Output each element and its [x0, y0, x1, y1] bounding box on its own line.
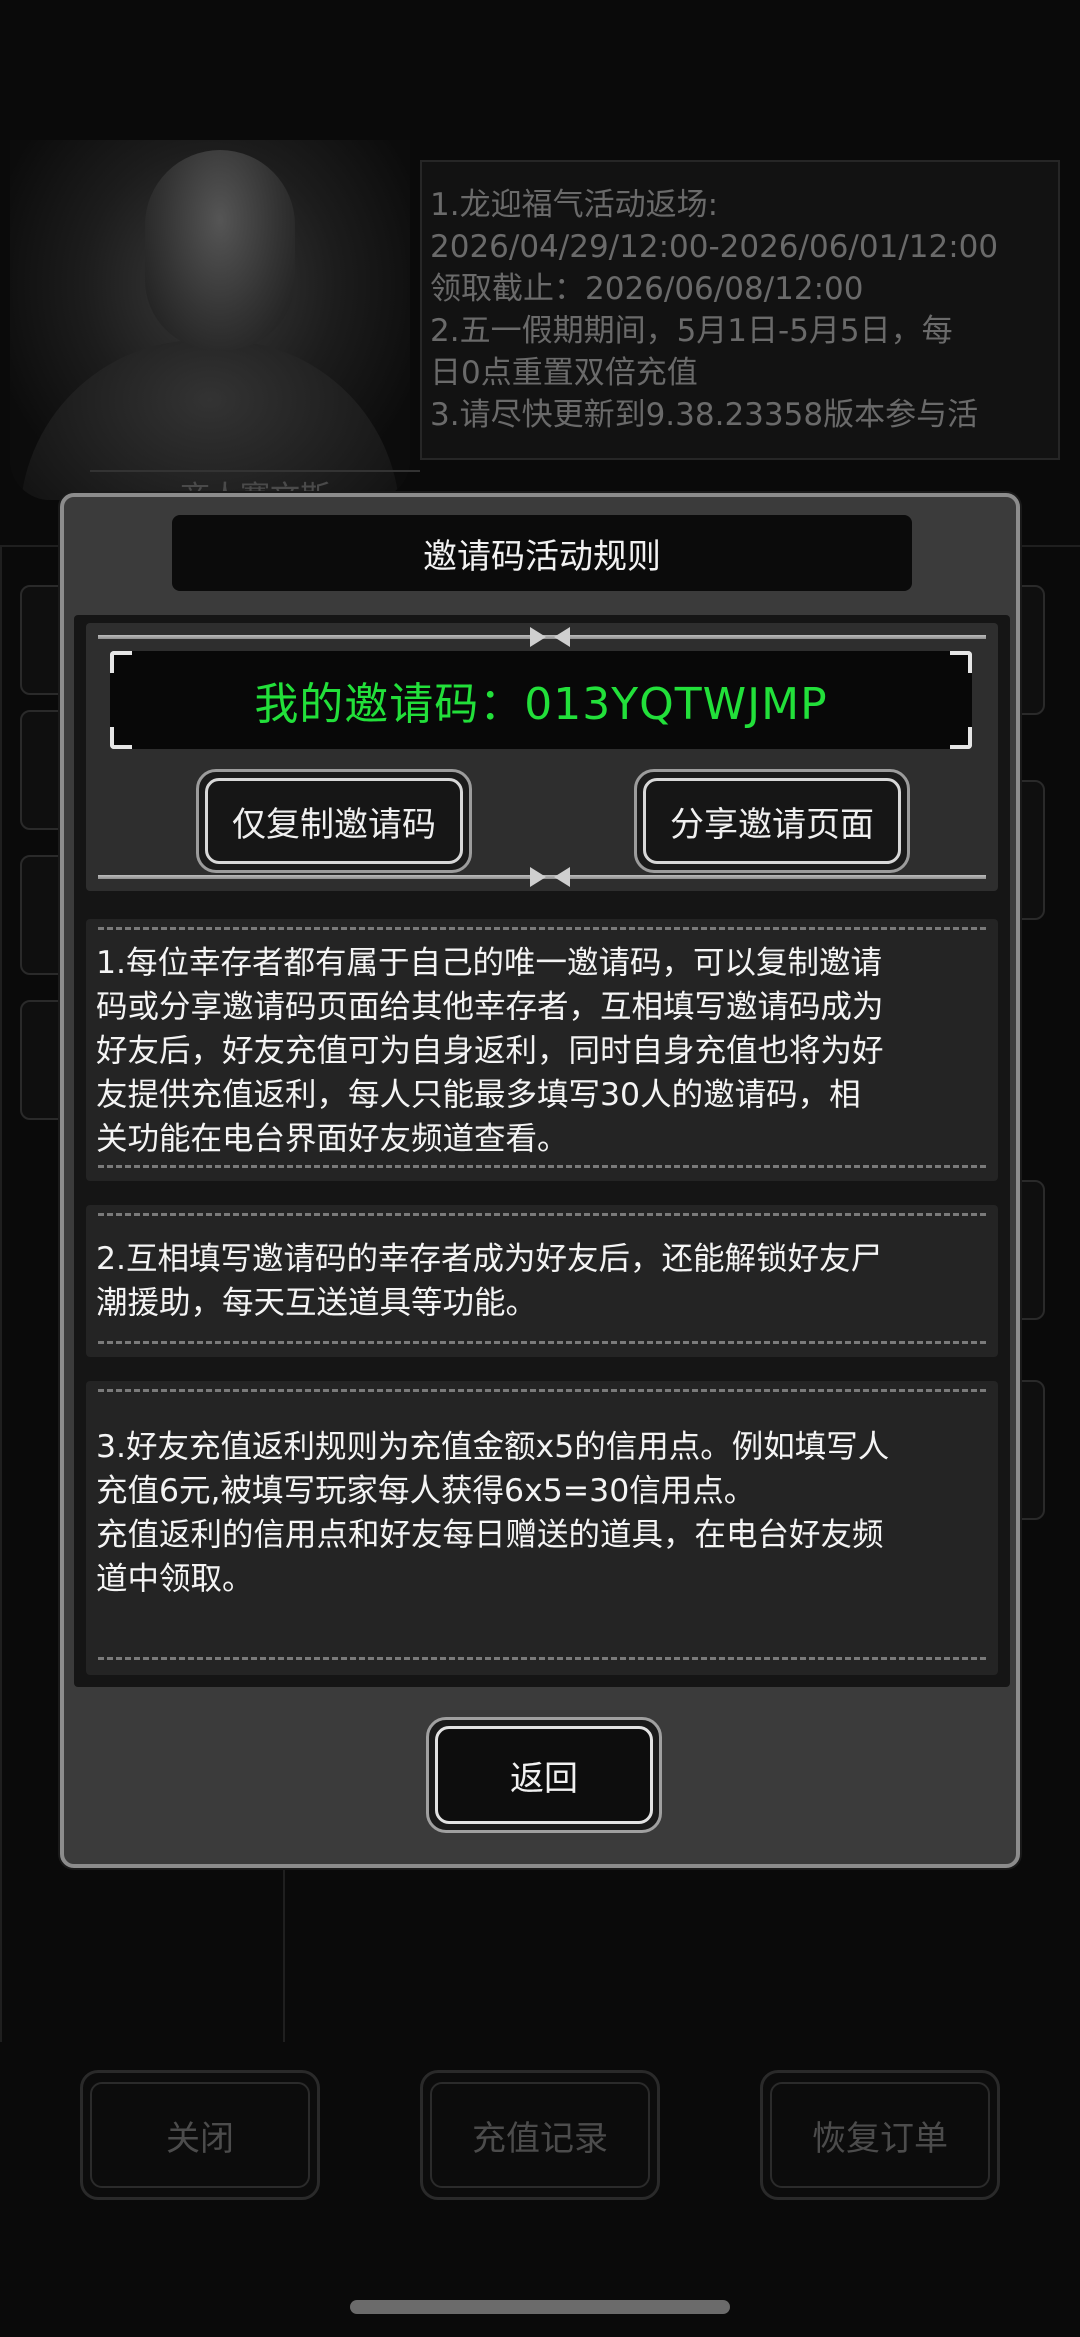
back-button[interactable]: 返回 — [426, 1717, 662, 1833]
rule-block-3: 3.好友充值返利规则为充值金额x5的信用点。例如填写人 充值6元,被填写玩家每人… — [86, 1381, 998, 1675]
invite-code-display: 我的邀请码：013YQTWJMP — [110, 651, 972, 749]
arrow-right-icon — [530, 627, 546, 647]
dashed-divider — [98, 1341, 986, 1344]
rule-block-1: 1.每位幸存者都有属于自己的唯一邀请码，可以复制邀请 码或分享邀请码页面给其他幸… — [86, 919, 998, 1181]
portrait-head — [145, 150, 295, 350]
dashed-divider — [98, 927, 986, 930]
recharge-history-label: 充值记录 — [430, 2082, 650, 2188]
rule-line: 道中领取。 — [96, 1561, 254, 1597]
rule-line: 好友后，好友充值可为自身返利，同时自身充值也将为好 — [96, 1033, 884, 1069]
dashed-divider — [98, 1213, 986, 1216]
close-button-label: 关闭 — [90, 2082, 310, 2188]
rule-line: 友提供充值返利，每人只能最多填写30人的邀请码，相 — [96, 1077, 861, 1113]
rule-line: 潮援助，每天互送道具等功能。 — [96, 1285, 538, 1321]
rule-line: 充值6元,被填写玩家每人获得6x5=30信用点。 — [96, 1473, 756, 1509]
rule-line: 码或分享邀请码页面给其他幸存者，互相填写邀请码成为 — [96, 989, 884, 1025]
rule-text-3: 3.好友充值返利规则为充值金额x5的信用点。例如填写人 充值6元,被填写玩家每人… — [96, 1425, 988, 1601]
notice-line: 日0点重置双倍充值 — [430, 355, 698, 391]
dialog-body: 我的邀请码：013YQTWJMP 仅复制邀请码 分享邀请页面 1.每位幸存者都有… — [74, 615, 1010, 1687]
rule-text-1: 1.每位幸存者都有属于自己的唯一邀请码，可以复制邀请 码或分享邀请码页面给其他幸… — [96, 941, 988, 1161]
rule-block-2: 2.互相填写邀请码的幸存者成为好友后，还能解锁好友尸 潮援助，每天互送道具等功能… — [86, 1205, 998, 1357]
corner-bracket-icon — [110, 651, 132, 673]
notice-line: 1.龙迎福气活动返场: — [430, 187, 719, 223]
close-button[interactable]: 关闭 — [80, 2070, 320, 2200]
recharge-history-button[interactable]: 充值记录 — [420, 2070, 660, 2200]
invite-code-text: 我的邀请码：013YQTWJMP — [254, 679, 828, 730]
corner-bracket-icon — [110, 727, 132, 749]
notice-line: 领取截止：2026/06/08/12:00 — [430, 271, 864, 307]
notice-board: 1.龙迎福气活动返场: 2026/04/29/12:00-2026/06/01/… — [420, 160, 1060, 460]
notice-line: 3.请尽快更新到9.38.23358版本参与活 — [430, 397, 979, 433]
notice-line: 2026/04/29/12:00-2026/06/01/12:00 — [430, 229, 999, 265]
home-indicator[interactable] — [350, 2300, 730, 2314]
dialog-title: 邀请码活动规则 — [172, 515, 912, 591]
restore-order-label: 恢复订单 — [770, 2082, 990, 2188]
dashed-divider — [98, 1389, 986, 1392]
corner-bracket-icon — [950, 727, 972, 749]
rule-line: 3.好友充值返利规则为充值金额x5的信用点。例如填写人 — [96, 1429, 890, 1465]
rule-line: 关功能在电台界面好友频道查看。 — [96, 1121, 569, 1157]
rule-line: 1.每位幸存者都有属于自己的唯一邀请码，可以复制邀请 — [96, 945, 883, 981]
rule-line: 2.互相填写邀请码的幸存者成为好友后，还能解锁好友尸 — [96, 1241, 883, 1277]
arrow-right-icon — [530, 867, 546, 887]
character-portrait — [10, 140, 410, 500]
notice-line: 2.五一假期期间，5月1日-5月5日，每 — [430, 313, 953, 349]
dashed-divider — [98, 1657, 986, 1660]
invite-rules-dialog: 邀请码活动规则 我的邀请码：013YQTWJMP 仅复制邀请码 分享邀请页面 1… — [60, 493, 1020, 1868]
bottom-action-bar: 关闭 充值记录 恢复订单 — [0, 2070, 1080, 2200]
copy-invite-code-label: 仅复制邀请码 — [205, 778, 463, 864]
screen: 商人赛文斯 1.龙迎福气活动返场: 2026/04/29/12:00-2026/… — [0, 0, 1080, 2337]
copy-invite-code-button[interactable]: 仅复制邀请码 — [196, 769, 472, 873]
divider-rail — [98, 627, 986, 647]
corner-bracket-icon — [950, 651, 972, 673]
arrow-left-icon — [554, 867, 570, 887]
arrow-left-icon — [554, 627, 570, 647]
divider-rail — [98, 867, 986, 887]
back-button-label: 返回 — [435, 1726, 653, 1824]
restore-order-button[interactable]: 恢复订单 — [760, 2070, 1000, 2200]
share-invite-page-label: 分享邀请页面 — [643, 778, 901, 864]
rule-line: 充值返利的信用点和好友每日赠送的道具，在电台好友频 — [96, 1517, 884, 1553]
dashed-divider — [98, 1165, 986, 1168]
invite-code-section: 我的邀请码：013YQTWJMP 仅复制邀请码 分享邀请页面 — [86, 623, 998, 891]
rule-text-2: 2.互相填写邀请码的幸存者成为好友后，还能解锁好友尸 潮援助，每天互送道具等功能… — [96, 1237, 988, 1325]
share-invite-page-button[interactable]: 分享邀请页面 — [634, 769, 910, 873]
